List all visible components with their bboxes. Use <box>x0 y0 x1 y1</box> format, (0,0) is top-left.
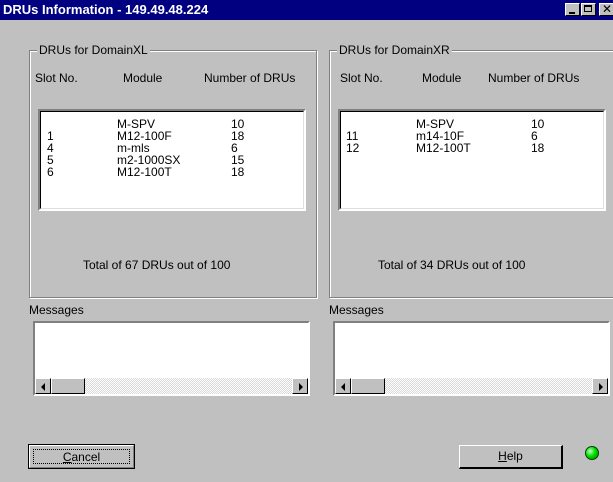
minimize-button[interactable] <box>565 3 580 16</box>
scroll-right-button[interactable] <box>292 378 308 394</box>
count-cell: 18 <box>231 165 245 179</box>
domain-xl-list[interactable]: M-SPV 10 1 M12-100F 18 4 m-mls 6 5 m2-10… <box>38 109 306 211</box>
list-item[interactable]: M-SPV 10 <box>341 118 603 130</box>
left-arrow-icon <box>341 383 345 391</box>
messages-left-scrollbar[interactable] <box>35 378 308 394</box>
messages-right-label: Messages <box>329 303 384 317</box>
domain-xr-legend: DRUs for DomainXR <box>337 43 452 57</box>
domain-xr-list[interactable]: M-SPV 10 11 m14-10F 6 12 M12-100T 18 <box>338 109 606 211</box>
messages-right-scrollbar[interactable] <box>335 378 608 394</box>
col-count-header: Number of DRUs <box>204 71 296 85</box>
title-bar: DRUs Information - 149.49.48.224 ✕ <box>0 0 613 20</box>
left-arrow-icon <box>41 383 45 391</box>
module-cell: M12-100T <box>117 165 172 179</box>
scroll-left-button[interactable] <box>35 378 51 394</box>
maximize-button[interactable] <box>581 3 596 16</box>
list-item[interactable]: 5 m2-1000SX 15 <box>41 154 303 166</box>
scroll-left-button[interactable] <box>335 378 351 394</box>
help-label: elp <box>506 449 523 463</box>
messages-right-box[interactable] <box>333 321 610 396</box>
module-cell: M12-100T <box>416 141 471 155</box>
col-count-header: Number of DRUs <box>488 71 580 85</box>
maximize-icon <box>584 5 592 12</box>
status-led-icon <box>585 446 599 460</box>
col-module-header: Module <box>422 71 462 85</box>
messages-left-box[interactable] <box>33 321 310 396</box>
help-button[interactable]: Help <box>459 445 563 469</box>
close-button[interactable]: ✕ <box>599 2 613 16</box>
minimize-icon <box>569 12 575 14</box>
scroll-right-button[interactable] <box>592 378 608 394</box>
scroll-thumb[interactable] <box>51 378 85 394</box>
slot-cell: 6 <box>47 165 54 179</box>
domain-xr-group: DRUs for DomainXR Slot No. Module Number… <box>329 43 613 298</box>
domain-xr-total: Total of 34 DRUs out of 100 <box>378 258 526 272</box>
col-slot-header: Slot No. <box>35 71 78 85</box>
list-item[interactable]: M-SPV 10 <box>41 118 303 130</box>
close-icon: ✕ <box>602 2 613 16</box>
col-module-header: Module <box>123 71 163 85</box>
slot-cell: 12 <box>346 141 360 155</box>
window-title: DRUs Information - 149.49.48.224 <box>3 2 209 17</box>
cancel-button[interactable]: Cancel <box>28 444 135 469</box>
cancel-label: ancel <box>71 450 101 464</box>
list-item[interactable]: 11 m14-10F 6 <box>341 130 603 142</box>
col-slot-header: Slot No. <box>340 71 383 85</box>
scroll-thumb[interactable] <box>351 378 385 394</box>
messages-left-label: Messages <box>29 303 84 317</box>
list-item[interactable]: 12 M12-100T 18 <box>341 142 603 154</box>
domain-xl-total: Total of 67 DRUs out of 100 <box>83 258 231 272</box>
list-item[interactable]: 1 M12-100F 18 <box>41 130 303 142</box>
count-cell: 18 <box>531 141 545 155</box>
help-mnemonic: H <box>498 449 507 463</box>
right-arrow-icon <box>599 383 603 391</box>
list-item[interactable]: 6 M12-100T 18 <box>41 166 303 178</box>
right-arrow-icon <box>299 383 303 391</box>
domain-xl-group: DRUs for DomainXL Slot No. Module Number… <box>29 43 317 298</box>
domain-xl-legend: DRUs for DomainXL <box>37 43 150 57</box>
